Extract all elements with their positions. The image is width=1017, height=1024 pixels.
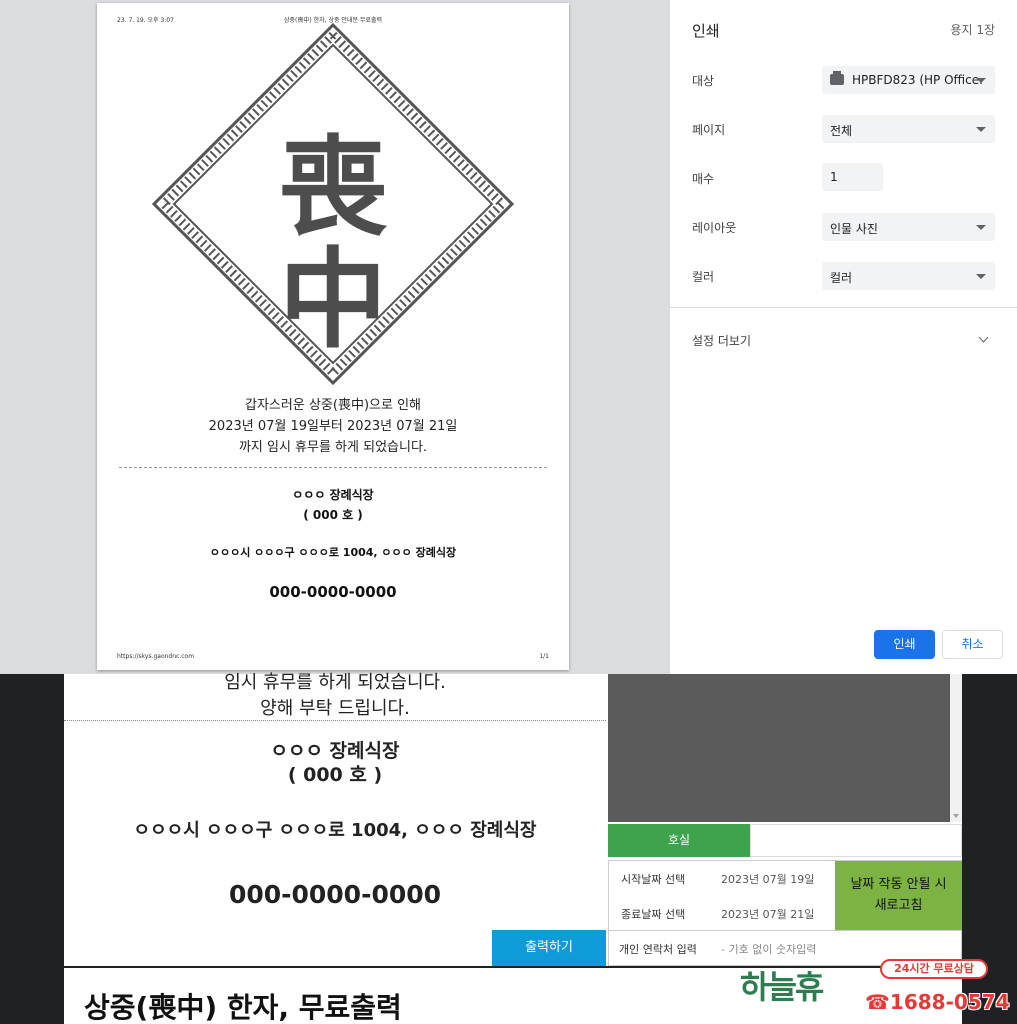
refresh-line-1: 날짜 작동 안될 시 bbox=[850, 877, 947, 892]
pages-label: 페이지 bbox=[692, 123, 726, 137]
preview-address: ㅇㅇㅇ시 ㅇㅇㅇ구 ㅇㅇㅇ로 1004, ㅇㅇㅇ 장례식장 bbox=[209, 546, 457, 559]
preview-divider bbox=[119, 467, 547, 468]
preview-message-2: 2023년 07월 19일부터 2023년 07월 21일 bbox=[208, 419, 458, 434]
pages-value: 전체 bbox=[830, 124, 853, 138]
bg-divider bbox=[64, 720, 606, 721]
refresh-notice[interactable]: 날짜 작동 안될 시 새로고침 bbox=[835, 861, 962, 931]
bg-phone: 000-0000-0000 bbox=[228, 880, 442, 909]
end-date-input[interactable]: 2023년 07월 21일 bbox=[721, 906, 814, 922]
preview-place-name: ㅇㅇㅇ 장례식장 bbox=[292, 488, 374, 502]
contact-label: 개인 연락처 입력 bbox=[619, 943, 697, 956]
preview-room: ( 000 호 ) bbox=[303, 508, 363, 522]
destination-value: HPBFD823 (HP Office. bbox=[852, 73, 983, 87]
scrollbar[interactable] bbox=[950, 674, 962, 822]
preview-footer-url: https://skys.gaondnc.com bbox=[117, 653, 195, 660]
end-date-label: 종료날짜 선택 bbox=[621, 908, 686, 921]
panel-divider bbox=[670, 307, 1017, 308]
start-date-input[interactable]: 2023년 07월 19일 bbox=[721, 871, 814, 887]
chevron-down-icon bbox=[976, 127, 986, 132]
ad-phone[interactable]: ☎1688-0574 bbox=[865, 990, 1010, 1014]
copies-label: 매수 bbox=[692, 172, 715, 186]
preview-message-1: 갑자스러운 상중(喪中)으로 인해 bbox=[245, 398, 421, 413]
date-selector: 시작날짜 선택 2023년 07월 19일 종료날짜 선택 2023년 07월 … bbox=[608, 860, 962, 932]
cancel-button[interactable]: 취소 bbox=[942, 630, 1003, 659]
expand-chevron-icon[interactable] bbox=[978, 332, 989, 343]
pages-select[interactable]: 전체 bbox=[822, 115, 995, 143]
layout-value: 인물 사진 bbox=[830, 222, 878, 236]
bg-place-name: ㅇㅇㅇ 장례식장 bbox=[270, 740, 400, 762]
page-title: 상중(喪中) 한자, 무료출력 bbox=[84, 991, 402, 1024]
bg-room: ( 000 호 ) bbox=[287, 764, 383, 786]
start-date-label: 시작날짜 선택 bbox=[621, 873, 686, 886]
preview-page: 23. 7. 19. 오후 3:07 상중(喪中) 한자, 상중 안내문 무료출… bbox=[97, 3, 569, 670]
background-webpage: 임시 휴무를 하게 되었습니다. 양해 부탁 드립니다. ㅇㅇㅇ 장례식장 ( … bbox=[0, 672, 1017, 1024]
printer-icon bbox=[830, 71, 844, 85]
contact-input[interactable]: - 기호 없이 숫자입력 bbox=[721, 941, 816, 957]
room-input[interactable] bbox=[750, 824, 962, 857]
print-preview-area: 23. 7. 19. 오후 3:07 상중(喪中) 한자, 상중 안내문 무료출… bbox=[0, 0, 670, 674]
chevron-down-icon bbox=[976, 274, 986, 279]
ad-logo[interactable]: 하늘휴 bbox=[740, 962, 824, 1008]
chevron-down-icon bbox=[976, 225, 986, 230]
print-button[interactable]: 인쇄 bbox=[874, 630, 935, 659]
bg-message-partial: 임시 휴무를 하게 되었습니다. bbox=[224, 672, 446, 693]
hanja-jung: 中 bbox=[278, 237, 387, 363]
color-label: 컬러 bbox=[692, 270, 715, 284]
output-button[interactable]: 출력하기 bbox=[492, 930, 606, 966]
preview-image-area bbox=[608, 674, 962, 822]
ad-badge[interactable]: 24시간 무료상담 bbox=[880, 959, 988, 979]
bg-message-apology: 양해 부탁 드립니다. bbox=[260, 698, 410, 719]
bg-address: ㅇㅇㅇ시 ㅇㅇㅇ구 ㅇㅇㅇ로 1004, ㅇㅇㅇ 장례식장 bbox=[133, 820, 537, 841]
chevron-down-icon bbox=[976, 78, 986, 83]
layout-select[interactable]: 인물 사진 bbox=[822, 213, 995, 241]
preview-footer-page: 1/1 bbox=[539, 653, 549, 660]
room-button[interactable]: 호실 bbox=[608, 824, 750, 857]
refresh-line-2: 새로고침 bbox=[874, 898, 923, 913]
destination-label: 대상 bbox=[692, 74, 715, 88]
copies-input[interactable]: 1 bbox=[822, 163, 883, 191]
preview-message-3: 까지 임시 휴무를 하게 되었습니다. bbox=[238, 440, 428, 455]
preview-phone: 000-0000-0000 bbox=[269, 583, 397, 601]
destination-select[interactable]: HPBFD823 (HP Office. bbox=[822, 66, 995, 94]
diamond-frame: 喪 中 bbox=[151, 22, 515, 386]
more-settings-toggle[interactable]: 설정 더보기 bbox=[692, 332, 751, 349]
sheet-count: 용지 1장 bbox=[950, 23, 995, 37]
layout-label: 레이아웃 bbox=[692, 221, 737, 235]
color-select[interactable]: 컬러 bbox=[822, 262, 995, 290]
color-value: 컬러 bbox=[830, 271, 853, 285]
print-settings-panel: 인쇄 용지 1장 대상 HPBFD823 (HP Office. 페이지 전체 … bbox=[670, 0, 1017, 674]
page-title-band: 상중(喪中) 한자, 무료출력 bbox=[64, 966, 962, 1024]
print-dialog-title: 인쇄 bbox=[692, 22, 720, 40]
